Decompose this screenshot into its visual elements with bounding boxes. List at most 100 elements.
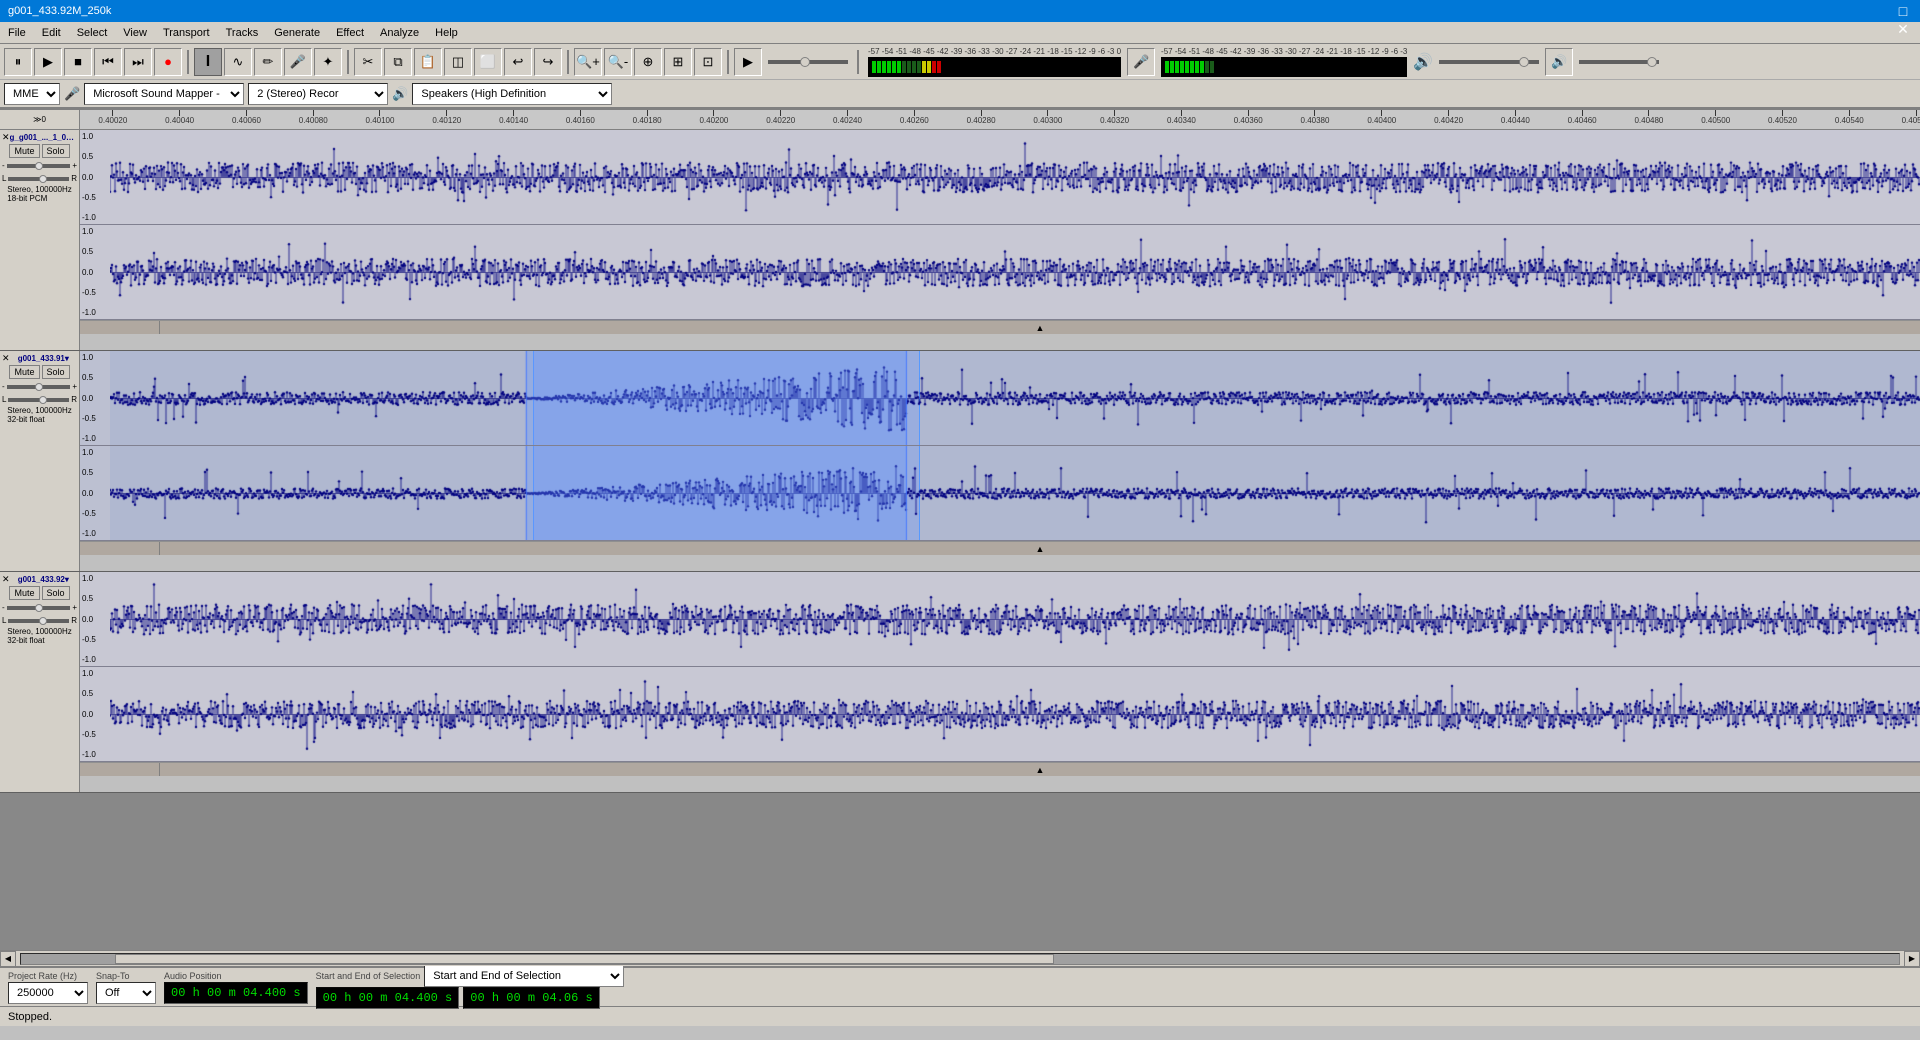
track-2-gain-slider[interactable]: [7, 385, 71, 389]
input-vu-meter: [868, 57, 1121, 77]
track-1-canvas: 1.00.50.0-0.5-1.0 1.00.50.0-0.5-1.0: [80, 130, 1920, 350]
track-2-pan-slider[interactable]: [8, 398, 69, 402]
zoom-fit-button[interactable]: ⊞: [664, 48, 692, 76]
trim-button[interactable]: ◫: [444, 48, 472, 76]
zoom-sel-button[interactable]: ⊕: [634, 48, 662, 76]
track-3-ch1: 1.00.50.0-0.5-1.0: [80, 572, 1920, 667]
track-2-name: g001_433.91▾: [10, 354, 77, 363]
track-1-pan-row: L R: [2, 174, 77, 183]
track-3-close[interactable]: ✕: [2, 574, 10, 585]
horizontal-scrollbar[interactable]: ◀ ▶: [0, 950, 1920, 966]
track-2-btn-row: Mute Solo: [9, 365, 69, 379]
track-1-info: Stereo, 100000Hz18-bit PCM: [7, 185, 72, 203]
snap-label: Snap-To: [96, 971, 156, 981]
track-2-mute[interactable]: Mute: [9, 365, 39, 379]
status-text: Stopped.: [8, 1011, 52, 1023]
selection-label: Start and End of Selection: [316, 971, 421, 981]
volume-slider[interactable]: [1439, 60, 1539, 64]
speed-slider[interactable]: [768, 60, 848, 64]
prev-button[interactable]: ⏮: [94, 48, 122, 76]
zoom-full-button[interactable]: ⊡: [694, 48, 722, 76]
track-3-pan-slider[interactable]: [8, 619, 69, 623]
track-3-ch1-wave: [110, 572, 1920, 667]
menu-tracks[interactable]: Tracks: [218, 25, 267, 41]
track-3-btn-row: Mute Solo: [9, 586, 69, 600]
output-vu-meter: [1161, 57, 1407, 77]
host-select[interactable]: MME: [4, 83, 60, 105]
track-2-solo[interactable]: Solo: [42, 365, 70, 379]
scrollbar-thumb[interactable]: [115, 954, 1054, 964]
stop-button[interactable]: ■: [64, 48, 92, 76]
track-1-solo[interactable]: Solo: [42, 144, 70, 158]
track-1-collapse[interactable]: ▲: [80, 320, 1920, 334]
record-meter-button[interactable]: 🎤: [284, 48, 312, 76]
output-device-select[interactable]: Speakers (High Definition: [412, 83, 612, 105]
track-1-btn-row: Mute Solo: [9, 144, 69, 158]
selection-tool-button[interactable]: I: [194, 48, 222, 76]
tracks-container[interactable]: ✕ g_g001_..._1_00dz▾ Mute Solo - + L: [0, 130, 1920, 950]
close-button[interactable]: ✕: [1894, 20, 1912, 38]
multi-tool-button[interactable]: ✦: [314, 48, 342, 76]
zoom-out-button[interactable]: 🔍-: [604, 48, 632, 76]
envelope-tool-button[interactable]: ∿: [224, 48, 252, 76]
ruler-label: ≫0: [0, 110, 80, 129]
menu-file[interactable]: File: [0, 25, 34, 41]
track-1-mute[interactable]: Mute: [9, 144, 39, 158]
track-2-collapse[interactable]: ▲: [80, 541, 1920, 555]
play-button[interactable]: ▶: [34, 48, 62, 76]
track-1-close[interactable]: ✕: [2, 132, 10, 143]
copy-button[interactable]: ⧉: [384, 48, 412, 76]
snap-select[interactable]: Off: [96, 982, 156, 1004]
paste-button[interactable]: 📋: [414, 48, 442, 76]
menu-transport[interactable]: Transport: [155, 25, 218, 41]
silence-button[interactable]: ⬜: [474, 48, 502, 76]
track-2-canvas: 1.00.50.0-0.5-1.0 1.00.50.0-0.5-1.0: [80, 351, 1920, 571]
scrollbar-track[interactable]: [20, 953, 1900, 965]
scroll-right-button[interactable]: ▶: [1904, 951, 1920, 967]
track-3-name: g001_433.92▾: [10, 575, 77, 584]
project-rate-section: Project Rate (Hz) 250000: [8, 971, 88, 1004]
track-3-mute[interactable]: Mute: [9, 586, 39, 600]
scroll-left-button[interactable]: ◀: [0, 951, 16, 967]
track-3-ch2-wave: [110, 667, 1920, 762]
output-volume-button[interactable]: 🔊: [1545, 48, 1573, 76]
play-trim-button[interactable]: ▶: [734, 48, 762, 76]
record-button[interactable]: ●: [154, 48, 182, 76]
track-3-ch1-scale: 1.00.50.0-0.5-1.0: [80, 572, 110, 666]
track-1-pan-slider[interactable]: [8, 177, 69, 181]
menu-view[interactable]: View: [115, 25, 155, 41]
output-volume-slider[interactable]: [1579, 60, 1659, 64]
track-2-ch1-scale: 1.00.50.0-0.5-1.0: [80, 351, 110, 445]
pause-button[interactable]: ⏸: [4, 48, 32, 76]
track-3-info: Stereo, 100000Hz32-bit float: [7, 627, 72, 645]
menu-edit[interactable]: Edit: [34, 25, 69, 41]
audio-position-display: 00 h 00 m 04.400 s: [164, 982, 308, 1004]
input-device-select[interactable]: Microsoft Sound Mapper -: [84, 83, 244, 105]
track-3-ch2-scale: 1.00.50.0-0.5-1.0: [80, 667, 110, 761]
track-2-ch2-wave: [110, 446, 1920, 541]
track-3-solo[interactable]: Solo: [42, 586, 70, 600]
next-button[interactable]: ⏭: [124, 48, 152, 76]
selection-format-select[interactable]: Start and End of Selection: [424, 965, 624, 987]
track-2-close[interactable]: ✕: [2, 353, 10, 364]
menu-analyze[interactable]: Analyze: [372, 25, 427, 41]
menu-generate[interactable]: Generate: [266, 25, 328, 41]
track-2-info: Stereo, 100000Hz32-bit float: [7, 406, 72, 424]
restore-button[interactable]: □: [1894, 2, 1912, 20]
track-1-ch2: 1.00.50.0-0.5-1.0: [80, 225, 1920, 320]
redo-button[interactable]: ↪: [534, 48, 562, 76]
menu-help[interactable]: Help: [427, 25, 466, 41]
track-3-collapse[interactable]: ▲: [80, 762, 1920, 776]
draw-tool-button[interactable]: ✏: [254, 48, 282, 76]
project-rate-select[interactable]: 250000: [8, 982, 88, 1004]
zoom-in-button[interactable]: 🔍+: [574, 48, 602, 76]
input-channels-select[interactable]: 2 (Stereo) Recor: [248, 83, 388, 105]
cut-button[interactable]: ✂: [354, 48, 382, 76]
track-3-wrapper: ✕ g001_433.92▾ Mute Solo - + L: [0, 572, 1920, 793]
track-1-gain-slider[interactable]: [7, 164, 71, 168]
track-3-gain-slider[interactable]: [7, 606, 71, 610]
undo-button[interactable]: ↩: [504, 48, 532, 76]
menu-effect[interactable]: Effect: [328, 25, 372, 41]
menu-select[interactable]: Select: [69, 25, 116, 41]
input-monitor-button[interactable]: 🎤: [1127, 48, 1155, 76]
